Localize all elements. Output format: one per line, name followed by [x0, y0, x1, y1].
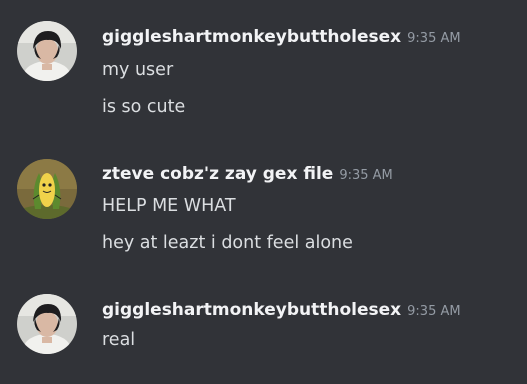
chat-messages: giggleshartmonkeybuttholesex 9:35 AM my u…	[0, 0, 527, 384]
message-text: hey at leazt i dont feel alone	[102, 233, 353, 253]
username[interactable]: giggleshartmonkeybuttholesex	[102, 27, 401, 47]
message-text: HELP ME WHAT	[102, 196, 236, 216]
username[interactable]: giggleshartmonkeybuttholesex	[102, 300, 401, 320]
corn-cartoon-avatar-icon[interactable]	[17, 159, 77, 219]
message-text: is so cute	[102, 97, 186, 117]
timestamp[interactable]: 9:35 AM	[407, 31, 460, 46]
message-header: zteve cobz'z zay gex file 9:35 AM	[102, 164, 393, 186]
message-header: giggleshartmonkeybuttholesex 9:35 AM	[102, 27, 461, 49]
message-header: giggleshartmonkeybuttholesex 9:35 AM	[102, 300, 461, 322]
timestamp[interactable]: 9:35 AM	[339, 168, 392, 183]
photo-avatar-icon[interactable]	[17, 21, 77, 81]
message-text: my user	[102, 60, 174, 80]
timestamp[interactable]: 9:35 AM	[407, 304, 460, 319]
message-text: real	[102, 330, 136, 350]
username[interactable]: zteve cobz'z zay gex file	[102, 164, 333, 184]
photo-avatar-icon[interactable]	[17, 294, 77, 354]
